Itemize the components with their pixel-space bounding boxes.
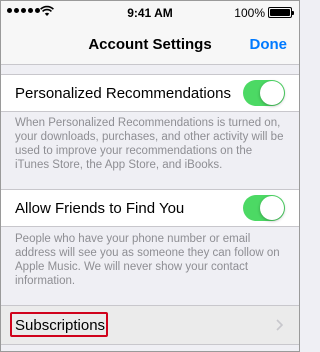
subscriptions-highlight-box — [10, 312, 108, 337]
allow-friends-label: Allow Friends to Find You — [15, 200, 185, 217]
personalized-recommendations-label: Personalized Recommendations — [15, 85, 231, 102]
toggle-knob — [260, 196, 284, 220]
battery-icon — [268, 7, 294, 18]
personalized-recommendations-toggle[interactable] — [243, 80, 285, 106]
personalized-recommendations-row: Personalized Recommendations — [1, 74, 299, 112]
allow-friends-footer: People who have your phone number or ema… — [15, 233, 280, 287]
status-bar: 9:41 AM 100% — [1, 1, 299, 25]
allow-friends-row: Allow Friends to Find You — [1, 189, 299, 227]
battery-fill — [270, 9, 290, 16]
allow-friends-toggle[interactable] — [243, 195, 285, 221]
battery-percent: 100% — [234, 6, 265, 20]
personalized-recommendations-footer: When Personalized Recommendations is tur… — [15, 117, 284, 171]
chevron-right-icon — [276, 319, 283, 331]
navigation-bar: Account Settings Done — [1, 25, 299, 65]
toggle-knob — [260, 81, 284, 105]
done-button[interactable]: Done — [250, 36, 288, 53]
